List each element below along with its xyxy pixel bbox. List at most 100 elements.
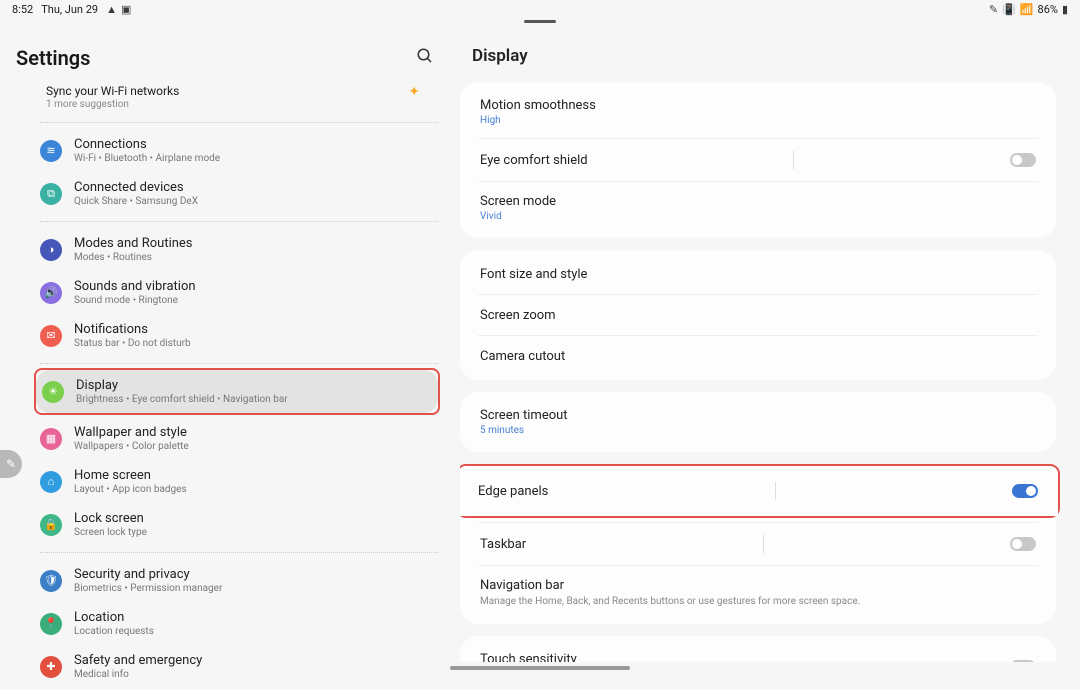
row-motion-smoothness[interactable]: Motion smoothness High [460,86,1056,138]
group-timeout: Screen timeout5 minutes [460,392,1056,452]
status-time: 8:52 [12,3,33,16]
status-bar: 8:52 Thu, Jun 29 ▲ ▣ ✎ 📳 📶 86% ▮ [0,0,1080,18]
suggestion-title: Sync your Wi-Fi networks [46,84,434,98]
label: Camera cutout [480,349,565,364]
label: Screen mode [480,194,556,209]
label: Navigation bar [480,578,860,593]
toggle-eye-comfort[interactable] [1010,153,1036,167]
label: Font size and style [480,267,587,282]
sound-icon: 🔊 [40,282,62,304]
label: Lock screen [74,511,147,526]
toggle-taskbar[interactable] [1010,537,1036,551]
settings-suggestion[interactable]: ✦ Sync your Wi-Fi networks 1 more sugges… [0,80,450,118]
sep [793,151,794,169]
row-touch-sensitivity[interactable]: Touch sensitivityIncrease the touch sens… [460,640,1056,662]
value: Vivid [480,211,556,222]
safety-icon: ✚ [40,656,62,678]
sparkle-icon: ✦ [408,84,420,100]
divider [40,552,438,553]
sub: Quick Share • Samsung DeX [74,196,198,207]
top-drag-indicator[interactable] [524,20,556,23]
row-font-size[interactable]: Font size and style [460,254,1056,294]
label: Connections [74,137,220,152]
sidebar-item-wallpaper[interactable]: ▦ Wallpaper and styleWallpapers • Color … [40,417,450,460]
wifi-circle-icon: ≋ [40,140,62,162]
sidebar-item-security[interactable]: 🛡 Security and privacyBiometrics • Permi… [40,559,450,602]
display-scroll[interactable]: Motion smoothness High Eye comfort shield… [460,82,1060,662]
suggestion-sub: 1 more suggestion [46,99,434,110]
sidebar-item-display[interactable]: ☀ DisplayBrightness • Eye comfort shield… [36,370,438,413]
modes-icon: ◑ [40,239,62,261]
sidebar-item-home-screen[interactable]: ⌂ Home screenLayout • App icon badges [40,460,450,503]
sidebar-item-display-highlight: ☀ DisplayBrightness • Eye comfort shield… [34,368,440,415]
toggle-touch-sensitivity[interactable] [1010,660,1036,662]
settings-left-pane: Settings ✦ Sync your Wi-Fi networks 1 mo… [0,18,450,674]
label: Location [74,610,154,625]
divider [40,363,438,364]
group-nav: Taskbar Navigation bar Manage the Home, B… [460,518,1056,624]
row-taskbar[interactable]: Taskbar [460,523,1056,565]
group-font: Font size and style Screen zoom Camera c… [460,250,1056,380]
sub: Sound mode • Ringtone [74,295,196,306]
sidebar-item-connected-devices[interactable]: ⧉ Connected devicesQuick Share • Samsung… [40,172,450,215]
row-screen-mode[interactable]: Screen mode Vivid [460,182,1056,234]
sidebar-item-location[interactable]: 📍 LocationLocation requests [40,602,450,645]
row-camera-cutout[interactable]: Camera cutout [460,336,1056,376]
battery-text: 86% [1038,3,1058,16]
label: Eye comfort shield [480,153,588,168]
row-navigation-bar[interactable]: Navigation bar Manage the Home, Back, and… [460,566,1056,620]
gesture-indicator[interactable] [450,666,630,670]
divider [40,122,438,123]
bell-icon: ✉ [40,325,62,347]
wifi-icon: 📶 [1020,3,1034,16]
sep [763,535,764,553]
shield-icon: 🛡 [40,570,62,592]
sidebar-item-safety[interactable]: ✚ Safety and emergencyMedical info [40,645,450,688]
label: Safety and emergency [74,653,202,668]
sub: Wallpapers • Color palette [74,441,189,452]
status-left-icons: ▲ ▣ [106,3,131,16]
label: Connected devices [74,180,198,195]
stylus-icon: ✎ [989,3,998,16]
label: Touch sensitivity [480,652,808,662]
battery-icon: ▮ [1062,3,1068,16]
search-icon[interactable] [416,47,434,70]
sub: Screen lock type [74,527,147,538]
sub: Location requests [74,626,154,637]
sub: Status bar • Do not disturb [74,338,191,349]
sep [775,482,776,500]
divider [40,221,438,222]
sidebar-item-modes-routines[interactable]: ◑ Modes and RoutinesModes • Routines [40,228,450,271]
desc: Manage the Home, Back, and Recents butto… [480,595,860,608]
label: Modes and Routines [74,236,193,251]
label: Notifications [74,322,191,337]
sub: Biometrics • Permission manager [74,583,222,594]
sub: Modes • Routines [74,252,193,263]
status-date: Thu, Jun 29 [41,3,98,16]
display-icon: ☀ [42,381,64,403]
value: 5 minutes [480,425,568,436]
value: High [480,115,596,126]
sidebar-item-sounds[interactable]: 🔊 Sounds and vibrationSound mode • Ringt… [40,271,450,314]
sidebar-item-notifications[interactable]: ✉ NotificationsStatus bar • Do not distu… [40,314,450,357]
wallpaper-icon: ▦ [40,428,62,450]
sub: Brightness • Eye comfort shield • Naviga… [76,394,288,405]
label: Motion smoothness [480,98,596,113]
group-touch: Touch sensitivityIncrease the touch sens… [460,636,1056,662]
label: Sounds and vibration [74,279,196,294]
sub: Medical info [74,669,202,680]
sidebar-item-lock-screen[interactable]: 🔒 Lock screenScreen lock type [40,503,450,546]
row-eye-comfort[interactable]: Eye comfort shield [460,139,1056,181]
label: Security and privacy [74,567,222,582]
sidebar-item-connections[interactable]: ≋ ConnectionsWi-Fi • Bluetooth • Airplan… [40,129,450,172]
row-screen-zoom[interactable]: Screen zoom [460,295,1056,335]
label: Wallpaper and style [74,425,189,440]
label: Display [76,378,288,393]
toggle-edge-panels[interactable] [1012,484,1038,498]
lock-icon: 🔒 [40,514,62,536]
row-screen-timeout[interactable]: Screen timeout5 minutes [460,396,1056,448]
row-edge-panels[interactable]: Edge panels [460,470,1058,512]
label: Home screen [74,468,187,483]
settings-title: Settings [16,46,90,70]
label: Taskbar [480,537,526,552]
